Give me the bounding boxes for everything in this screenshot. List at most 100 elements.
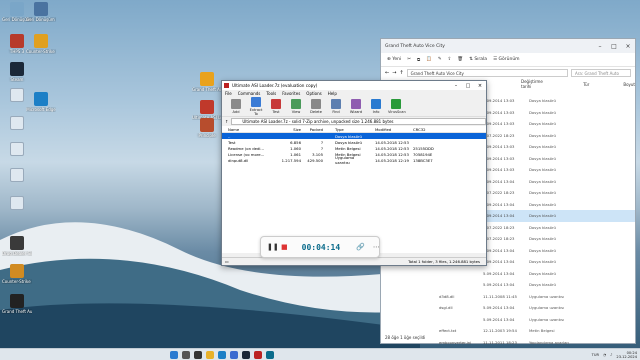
archive-path[interactable]: Ultimate ASI Loader.7z - solid 7-Zip arc… [231,118,486,125]
new-label: Yeni [392,57,402,62]
address-input[interactable]: Grand Theft Auto Vice City [406,69,568,77]
desktop-icon[interactable] [2,196,32,211]
desktop-icon[interactable]: Grand Theft Auto San An... [2,294,32,314]
volume-icon[interactable]: ♪ [610,353,612,357]
maximize-icon[interactable]: □ [462,83,474,89]
desktop-icon[interactable]: Counter-Strike 1.6 [2,264,32,284]
file-date: 1.07.2022 18:23 [483,236,515,242]
file-row[interactable]: 5.09.2014 13:04 Dosya klasörü [381,268,635,280]
desktop-icon[interactable]: Steam [2,62,32,82]
toolbar-button[interactable]: Extract To [248,97,264,116]
toolbar-button[interactable]: Delete [308,99,324,114]
desktop-icon[interactable]: Ultimate ASI Loader [192,100,222,120]
menu-item[interactable]: Options [306,91,321,96]
view-button[interactable]: ☰ Görünüm [493,57,520,62]
packed-column-header[interactable]: Packed [301,127,323,132]
toolbar-button[interactable]: Info [368,99,384,114]
wifi-icon[interactable]: ◔ [603,353,606,357]
name-column-header[interactable]: Name [222,127,279,132]
tool-icon [351,99,361,109]
link-icon[interactable]: 🔗 [356,243,365,251]
copy-icon[interactable]: ⧉ [417,57,420,63]
store-icon[interactable] [230,350,238,359]
search-icon[interactable] [182,350,190,359]
lang-indicator[interactable]: TUR [592,353,599,357]
file-row[interactable]: 5.09.2014 13:04 Dosya klasörü [381,279,635,291]
app-icon [200,72,214,86]
menu-item[interactable]: File [225,91,232,96]
desktop-icon-label: Principle [198,133,216,138]
cut-icon[interactable]: ✂ [407,57,411,62]
crc-column-header[interactable]: CRC32 [409,127,439,132]
explorer-titlebar[interactable]: Grand Theft Auto Vice City – □ × [381,39,635,53]
file-row[interactable]: dsgl.dll 5.09.2014 13:04 Uygulama uzantısı [381,302,635,314]
more-icon[interactable]: ⋯ [373,243,380,251]
desktop-icon[interactable]: Principle [192,118,222,138]
size-column-header[interactable]: Size [279,127,301,132]
toolbar-button[interactable]: Find [328,99,344,114]
toolbar-button[interactable]: Add [228,99,244,114]
desktop-icon[interactable]: Counter-Strike Global Off... [26,34,56,54]
desktop-icon[interactable] [2,168,32,183]
close-icon[interactable]: × [621,43,635,50]
file-date: 5.09.2014 13:04 [483,259,515,265]
up-icon[interactable]: ↑ [399,70,403,76]
paste-icon[interactable]: 📋 [426,57,432,62]
toolbar-button[interactable]: Test [268,99,284,114]
close-icon[interactable]: × [474,83,486,89]
desktop-icon-label: Drug Dealer Simulator [2,251,32,256]
file-row[interactable]: d3d8.dll 11.11.2008 11:45 Uygulama uzantıs… [381,291,635,303]
delete-icon[interactable]: 🗑 [457,57,463,62]
start-icon[interactable] [170,350,178,359]
tool-label: Find [332,110,340,114]
toolbar-button[interactable]: VirusScan [388,99,406,114]
app-icon [34,34,48,48]
date-column-header[interactable]: Değiştirme tarihi [521,79,549,89]
size-column-header[interactable]: Boyut [623,82,635,87]
minimize-icon[interactable]: – [593,43,607,50]
share-icon[interactable]: ⇪ [448,57,452,62]
taskview-icon[interactable] [194,350,202,359]
desktop-icon[interactable] [2,142,32,157]
desktop-icon[interactable] [2,116,32,131]
toolbar-button[interactable]: Wizard [348,99,364,114]
desktop-icon[interactable]: Grand Theft Auto Vice City [192,72,222,92]
modified-column-header[interactable]: Modified [365,127,409,132]
edge-icon[interactable] [218,350,226,359]
toolbar-button[interactable]: View [288,99,304,114]
file-row[interactable]: 5.09.2014 13:04 Uygulama uzantısı [381,314,635,326]
type-column-header[interactable]: Type [323,127,365,132]
sort-button[interactable]: ⇅ Sırala [469,57,487,62]
archive-titlebar[interactable]: Ultimate ASI Loader.7z (evaluation copy)… [222,81,486,90]
menu-item[interactable]: Commands [238,91,261,96]
rename-icon[interactable]: ✎ [438,57,442,62]
archive-menu-bar: File Commands Tools Favorites Options Help [222,90,486,97]
type-column-header[interactable]: Tür [583,82,589,87]
archive-crc: 138BC3E7 [413,157,433,163]
back-icon[interactable]: ← [385,70,389,76]
maximize-icon[interactable]: □ [607,43,621,50]
forward-icon[interactable]: → [392,70,396,76]
menu-item[interactable]: Favorites [282,91,300,96]
explorer-title: Grand Theft Auto Vice City [385,43,445,49]
archive-toolbar: Add Extract To Test View Delete Find Wizard Inf… [222,97,486,117]
up-folder-icon[interactable]: ↑ [225,119,228,124]
explorer-icon[interactable] [206,350,214,359]
desktop-icon[interactable] [2,88,32,103]
steam-icon[interactable] [242,350,250,359]
desktop-icon[interactable]: Drug Dealer Simulator [2,236,32,256]
winrar-icon[interactable] [254,350,262,359]
pause-icon[interactable]: ❚❚ [267,242,279,252]
clock[interactable]: 00:24 23.12.2024 [616,351,637,359]
recorder-icon[interactable] [266,350,274,359]
stop-icon[interactable]: ■ [281,242,288,252]
new-button[interactable]: ⊕ Yeni [387,57,401,62]
search-input[interactable]: Ara: Grand Theft Auto [571,69,631,77]
desktop-icon[interactable]: Geri Dönüşüm Kutusu [26,2,56,22]
menu-item[interactable]: Tools [266,91,276,96]
menu-item[interactable]: Help [328,91,337,96]
minimize-icon[interactable]: – [450,83,462,89]
archive-row[interactable]: dinput8.dll 1.217.594 429.500 Uygulama uzan… [222,155,486,165]
app-icon [10,294,24,308]
drive-icon: ▭ [225,259,229,264]
